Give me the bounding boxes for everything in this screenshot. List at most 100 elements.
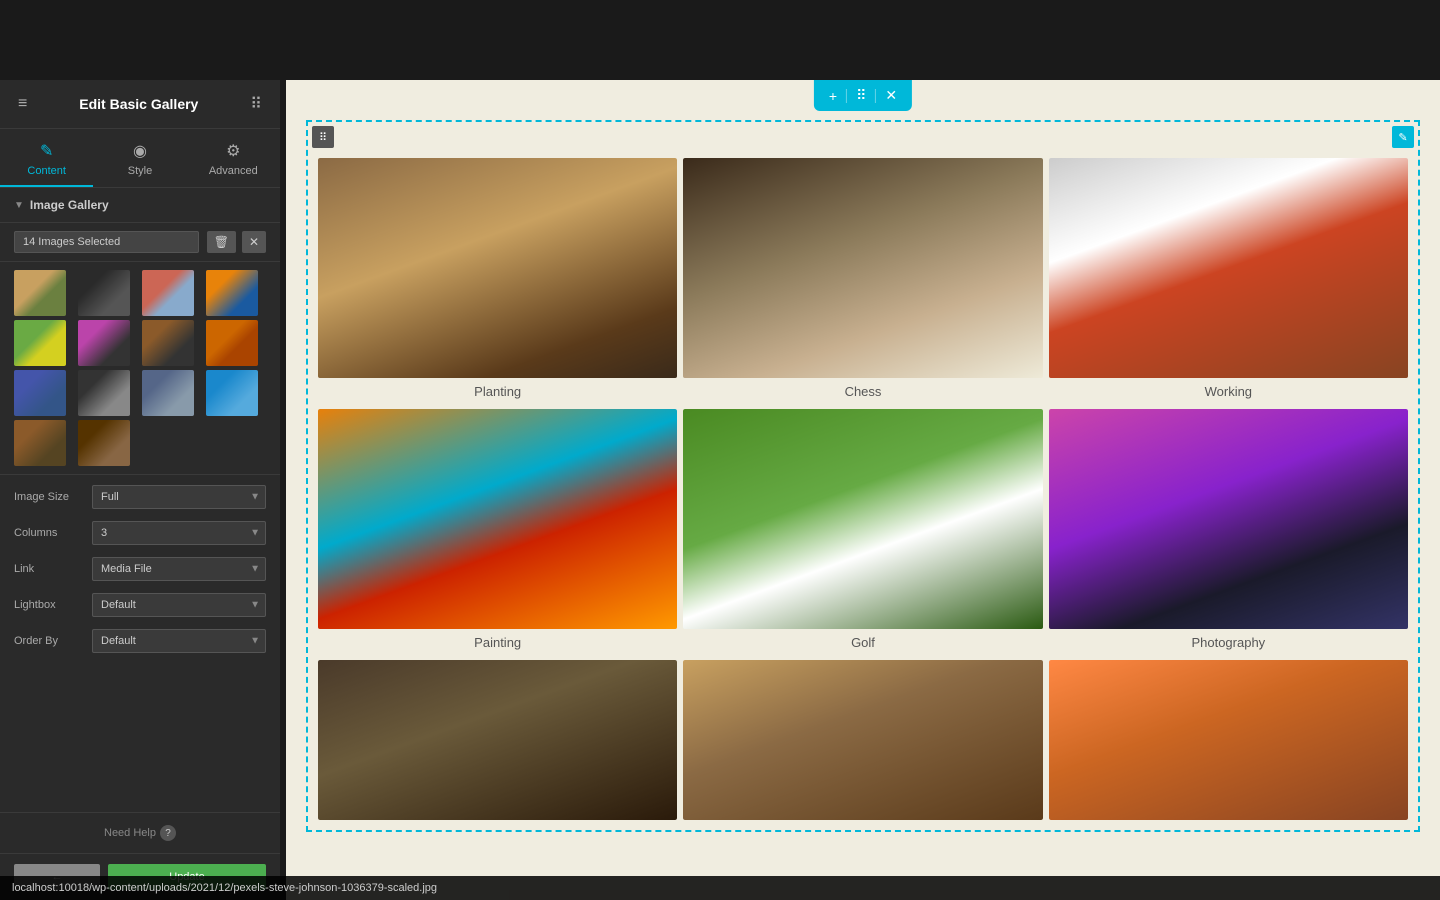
toolbar-grid-button[interactable]: ⠿	[851, 85, 871, 106]
gallery-wrapper: ⠿ ✎ Planting Chess Working	[306, 120, 1420, 832]
advanced-tab-label: Advanced	[209, 165, 258, 177]
thumbnail-11[interactable]	[142, 370, 194, 416]
gallery-caption-golf: Golf	[683, 629, 1042, 654]
help-icon[interactable]: ?	[160, 825, 176, 841]
form-row-columns: Columns 1 2 3 4 5 ▼	[14, 521, 266, 545]
select-link[interactable]: None Media File Attachment Page	[92, 557, 266, 581]
select-columns[interactable]: 1 2 3 4 5	[92, 521, 266, 545]
toolbar-divider-2	[875, 89, 876, 103]
thumbnail-10[interactable]	[78, 370, 130, 416]
gallery-item-golf[interactable]: Golf	[683, 409, 1042, 654]
thumbnail-9[interactable]	[14, 370, 66, 416]
tab-content[interactable]: ✎ Content	[0, 129, 93, 187]
thumbnail-4[interactable]	[206, 270, 258, 316]
gallery-caption-planting: Planting	[318, 378, 677, 403]
gallery-caption-working: Working	[1049, 378, 1408, 403]
thumbnail-12[interactable]	[206, 370, 258, 416]
gallery-edit-button[interactable]: ✎	[1392, 126, 1414, 148]
floating-toolbar: + ⠿ ✕	[814, 80, 912, 111]
thumbnail-3[interactable]	[142, 270, 194, 316]
thumbnail-13[interactable]	[14, 420, 66, 466]
delete-images-button[interactable]: 🗑	[207, 231, 236, 253]
gallery-item-row3-2[interactable]	[683, 660, 1042, 820]
gallery-item-photography[interactable]: Photography	[1049, 409, 1408, 654]
gallery-item-working[interactable]: Working	[1049, 158, 1408, 403]
sidebar: ≡ Edit Basic Gallery ⠿ ✎ Content ◉ Style…	[0, 80, 280, 900]
image-count-icons: 🗑 ✕	[207, 231, 266, 253]
form-row-lightbox: Lightbox Default Yes No ▼	[14, 593, 266, 617]
select-wrapper-image-size: Full Large Medium Thumbnail ▼	[92, 485, 266, 509]
select-wrapper-lightbox: Default Yes No ▼	[92, 593, 266, 617]
select-lightbox[interactable]: Default Yes No	[92, 593, 266, 617]
tabs-bar: ✎ Content ◉ Style ⚙ Advanced	[0, 129, 280, 188]
gallery-image-row3-2	[683, 660, 1042, 820]
tab-style[interactable]: ◉ Style	[93, 129, 186, 187]
select-image-size[interactable]: Full Large Medium Thumbnail	[92, 485, 266, 509]
thumbnail-14[interactable]	[78, 420, 130, 466]
thumbnail-8[interactable]	[206, 320, 258, 366]
label-order-by: Order By	[14, 635, 84, 647]
thumbnails-grid	[0, 262, 280, 475]
gallery-image-planting	[318, 158, 677, 378]
gallery-item-chess[interactable]: Chess	[683, 158, 1042, 403]
status-bar: localhost:10018/wp-content/uploads/2021/…	[0, 876, 1440, 900]
sidebar-header: ≡ Edit Basic Gallery ⠿	[0, 80, 280, 129]
select-wrapper-order-by: Default Menu Order Title Date Random ▼	[92, 629, 266, 653]
content-tab-icon: ✎	[40, 141, 53, 161]
section-header-image-gallery[interactable]: ▼ Image Gallery	[0, 188, 280, 223]
gallery-item-row3-3[interactable]	[1049, 660, 1408, 820]
gallery-caption-chess: Chess	[683, 378, 1042, 403]
form-row-order-by: Order By Default Menu Order Title Date R…	[14, 629, 266, 653]
gallery-drag-handle[interactable]: ⠿	[312, 126, 334, 148]
label-link: Link	[14, 563, 84, 575]
gallery-item-painting[interactable]: Painting	[318, 409, 677, 654]
advanced-tab-icon: ⚙	[226, 141, 240, 161]
sidebar-title: Edit Basic Gallery	[79, 96, 198, 112]
gallery-caption-painting: Painting	[318, 629, 677, 654]
image-count-row: 14 Images Selected 🗑 ✕	[0, 223, 280, 262]
thumbnail-2[interactable]	[78, 270, 130, 316]
toolbar-add-button[interactable]: +	[824, 86, 842, 106]
gallery-caption-photography: Photography	[1049, 629, 1408, 654]
need-help: Need Help ?	[0, 812, 280, 853]
image-count-label: 14 Images Selected	[14, 231, 199, 253]
gallery-image-row3-1	[318, 660, 677, 820]
label-columns: Columns	[14, 527, 84, 539]
form-row-image-size: Image Size Full Large Medium Thumbnail ▼	[14, 485, 266, 509]
style-tab-label: Style	[128, 165, 152, 177]
thumbnail-6[interactable]	[78, 320, 130, 366]
gallery-item-planting[interactable]: Planting	[318, 158, 677, 403]
grid-icon[interactable]: ⠿	[246, 92, 266, 116]
gallery-image-golf	[683, 409, 1042, 629]
menu-icon[interactable]: ≡	[14, 93, 31, 115]
gallery-image-chess	[683, 158, 1042, 378]
content-tab-label: Content	[27, 165, 66, 177]
thumbnail-7[interactable]	[142, 320, 194, 366]
form-row-link: Link None Media File Attachment Page ▼	[14, 557, 266, 581]
gallery-image-working	[1049, 158, 1408, 378]
remove-images-button[interactable]: ✕	[242, 231, 266, 253]
gallery-grid: Planting Chess Working Painting Go	[308, 122, 1418, 830]
gallery-item-row3-1[interactable]	[318, 660, 677, 820]
toolbar-divider	[846, 89, 847, 103]
label-image-size: Image Size	[14, 491, 84, 503]
gallery-image-photography	[1049, 409, 1408, 629]
toolbar-close-button[interactable]: ✕	[880, 85, 902, 106]
top-bar	[0, 0, 1440, 80]
thumbnail-5[interactable]	[14, 320, 66, 366]
select-wrapper-columns: 1 2 3 4 5 ▼	[92, 521, 266, 545]
section-collapse-arrow: ▼	[14, 200, 24, 211]
content-area: + ⠿ ✕ ⠿ ✎ Planting Chess	[286, 80, 1440, 900]
select-wrapper-link: None Media File Attachment Page ▼	[92, 557, 266, 581]
tab-advanced[interactable]: ⚙ Advanced	[187, 129, 280, 187]
label-lightbox: Lightbox	[14, 599, 84, 611]
select-order-by[interactable]: Default Menu Order Title Date Random	[92, 629, 266, 653]
section-label: Image Gallery	[30, 198, 109, 212]
gallery-image-painting	[318, 409, 677, 629]
form-fields: Image Size Full Large Medium Thumbnail ▼…	[0, 475, 280, 812]
style-tab-icon: ◉	[133, 141, 147, 161]
gallery-image-row3-3	[1049, 660, 1408, 820]
need-help-label: Need Help	[104, 827, 156, 839]
thumbnail-1[interactable]	[14, 270, 66, 316]
status-url: localhost:10018/wp-content/uploads/2021/…	[12, 882, 437, 894]
